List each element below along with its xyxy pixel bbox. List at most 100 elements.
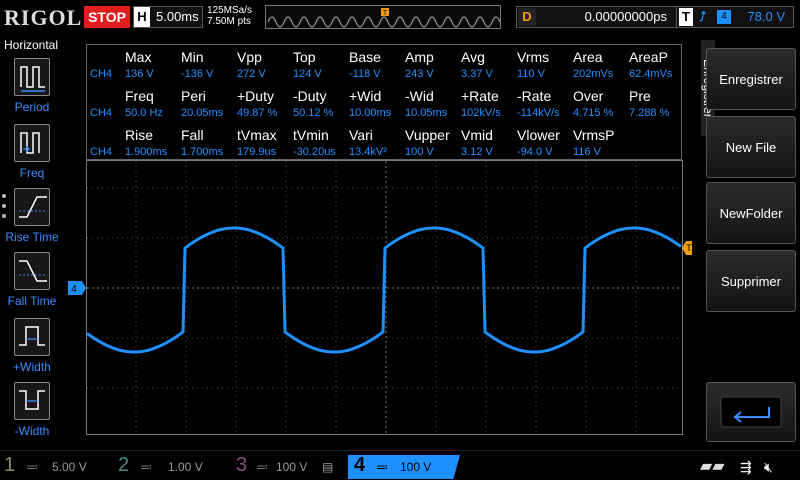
measurement-value: 102kV/s bbox=[461, 107, 501, 119]
measurement-header: Amp bbox=[405, 49, 434, 65]
horizontal-label: H bbox=[134, 7, 150, 27]
measure-rise-time-button[interactable]: Rise Time bbox=[4, 188, 60, 250]
measurement-header: AreaP bbox=[629, 49, 668, 65]
measurement-header: -Duty bbox=[293, 88, 327, 104]
svg-text:T: T bbox=[383, 10, 388, 17]
measurement-header: Min bbox=[181, 49, 204, 65]
menu-stripes-icon: ▰▰ bbox=[700, 458, 725, 475]
fall-time-icon bbox=[14, 252, 50, 290]
trigger-level-marker[interactable]: T bbox=[682, 241, 692, 255]
measurement-channel-label: CH4 bbox=[90, 68, 113, 80]
run-stop-button[interactable]: STOP bbox=[84, 6, 130, 28]
back-button[interactable] bbox=[706, 382, 796, 442]
measure-negative-width-button[interactable]: -Width bbox=[4, 382, 60, 444]
measurement-header: +Wid bbox=[349, 88, 382, 104]
fall-time-label: Fall Time bbox=[7, 294, 57, 308]
measurement-value: 50.0 Hz bbox=[125, 107, 163, 119]
measurement-value: 116 V bbox=[573, 146, 601, 158]
horizontal-measure-menu: Horizontal Period Freq Rise Time Fall Ti… bbox=[0, 36, 62, 450]
speaker-muted-icon[interactable]: 🔇︎ bbox=[764, 455, 773, 479]
measurement-header: Max bbox=[125, 49, 152, 65]
measurement-value: 62.4mVs bbox=[629, 68, 673, 80]
horizontal-timebase[interactable]: H 5.00ms bbox=[133, 6, 203, 28]
rise-time-label: Rise Time bbox=[5, 230, 59, 244]
measurement-header: +Rate bbox=[461, 88, 499, 104]
new-file-button[interactable]: New File bbox=[706, 116, 796, 178]
measurement-value: 50.12 % bbox=[293, 107, 334, 119]
trigger-source: 4 bbox=[717, 10, 731, 24]
trigger-level: 78.0 V bbox=[747, 9, 785, 24]
measurement-channel-label: CH4 bbox=[90, 146, 113, 158]
measure-fall-time-button[interactable]: Fall Time bbox=[4, 252, 60, 314]
measurement-header: Avg bbox=[461, 49, 485, 65]
delay-value: 0.00000000ps bbox=[584, 9, 667, 24]
ch4-coupling-icon: ≕ bbox=[376, 460, 388, 474]
measurement-header: Top bbox=[293, 49, 316, 65]
ch4-offset-marker[interactable]: 4 bbox=[68, 281, 86, 295]
negative-width-label: -Width bbox=[14, 424, 50, 438]
measurement-value: -94.0 V bbox=[517, 146, 553, 158]
usb-icon: ⇶ bbox=[740, 459, 752, 475]
frequency-icon bbox=[14, 124, 50, 162]
measurement-header: Vari bbox=[349, 127, 373, 143]
measurement-value: -136 V bbox=[181, 68, 214, 80]
measurement-value: 7.288 % bbox=[629, 107, 670, 119]
delay-display[interactable]: D 0.00000000ps bbox=[516, 6, 694, 28]
trigger-label: T bbox=[679, 8, 693, 26]
trigger-edge-icon: ⭜ bbox=[699, 9, 706, 24]
ch3-coupling-icon: ≕ bbox=[256, 460, 268, 474]
channel-3-status[interactable]: 3 ≕ 100 V ▤ bbox=[236, 454, 344, 479]
measure-freq-button[interactable]: Freq bbox=[4, 124, 60, 186]
measurement-header: Vmid bbox=[461, 127, 493, 143]
measurement-header: Base bbox=[349, 49, 381, 65]
memory-waveform-icon: T bbox=[267, 8, 501, 28]
measurement-header: Vupper bbox=[405, 127, 450, 143]
measurement-header: Vpp bbox=[237, 49, 262, 65]
new-folder-button[interactable]: NewFolder bbox=[706, 182, 796, 244]
brand-logo: RIGOL bbox=[4, 5, 83, 30]
measurement-header: Over bbox=[573, 88, 604, 104]
channel-status-bar: 1 ≕ 5.00 V 2 ≕ 1.00 V 3 ≕ 100 V ▤ 4 ≕ 10… bbox=[0, 450, 800, 480]
measurement-value: 202mVs bbox=[573, 68, 614, 80]
waveform-display[interactable]: 4 T Max Min Vpp Top Base Amp Avg Vrms Area AreaP C… bbox=[62, 36, 700, 450]
measurement-header: -Rate bbox=[517, 88, 552, 104]
measurement-value: 1.700ms bbox=[181, 146, 224, 158]
rise-time-icon bbox=[14, 188, 50, 226]
channel-4-status[interactable]: 4 ≕ 100 V bbox=[348, 455, 460, 479]
measurement-value: 3.37 V bbox=[461, 68, 493, 80]
memory-overview[interactable]: T bbox=[265, 5, 501, 29]
measurement-header-row: Max Min Vpp Top Base Amp Avg Vrms Area AreaP bbox=[87, 49, 683, 65]
delete-button[interactable]: Supprimer bbox=[706, 250, 796, 312]
measurement-value: 243 V bbox=[405, 68, 434, 80]
memory-depth: 7.50M pts bbox=[207, 16, 251, 27]
save-menu: Enregistrer Enregistrer New File NewFold… bbox=[700, 36, 800, 450]
save-button[interactable]: Enregistrer bbox=[706, 48, 796, 110]
measurement-value-row: CH4 1.900ms 1.700ms 179.9us -30.20us 13.4kV² 1… bbox=[87, 146, 683, 162]
measurement-value: 272 V bbox=[237, 68, 266, 80]
return-arrow-icon bbox=[720, 396, 782, 428]
measurement-header: Freq bbox=[125, 88, 154, 104]
measure-positive-width-button[interactable]: +Width bbox=[4, 318, 60, 380]
measurement-value: 100 V bbox=[405, 146, 434, 158]
negative-width-icon bbox=[14, 382, 50, 420]
measurement-value: 136 V bbox=[125, 68, 154, 80]
freq-label: Freq bbox=[19, 166, 45, 180]
measurement-value: 13.4kV² bbox=[349, 146, 387, 158]
trigger-display[interactable]: T ⭜ 4 78.0 V bbox=[676, 6, 794, 28]
measurement-value: 1.900ms bbox=[125, 146, 168, 158]
measurement-value: 10.00ms bbox=[349, 107, 392, 119]
measurement-header: Area bbox=[573, 49, 603, 65]
measurement-header: -Wid bbox=[405, 88, 434, 104]
measure-period-button[interactable]: Period bbox=[4, 58, 60, 120]
measurement-value: 4.715 % bbox=[573, 107, 614, 119]
svg-text:4: 4 bbox=[71, 284, 77, 295]
measurement-header: tVmax bbox=[237, 127, 277, 143]
channel-1-status[interactable]: 1 ≕ 5.00 V bbox=[4, 454, 112, 479]
menu-title: Horizontal bbox=[3, 38, 59, 52]
measurement-value: 179.9us bbox=[237, 146, 277, 158]
ch2-coupling-icon: ≕ bbox=[140, 460, 152, 474]
measurement-header-row: Freq Peri +Duty -Duty +Wid -Wid +Rate -Rate Over… bbox=[87, 88, 683, 104]
measurement-header: Rise bbox=[125, 127, 154, 143]
channel-2-status[interactable]: 2 ≕ 1.00 V bbox=[118, 454, 230, 479]
measurement-header: Pre bbox=[629, 88, 651, 104]
